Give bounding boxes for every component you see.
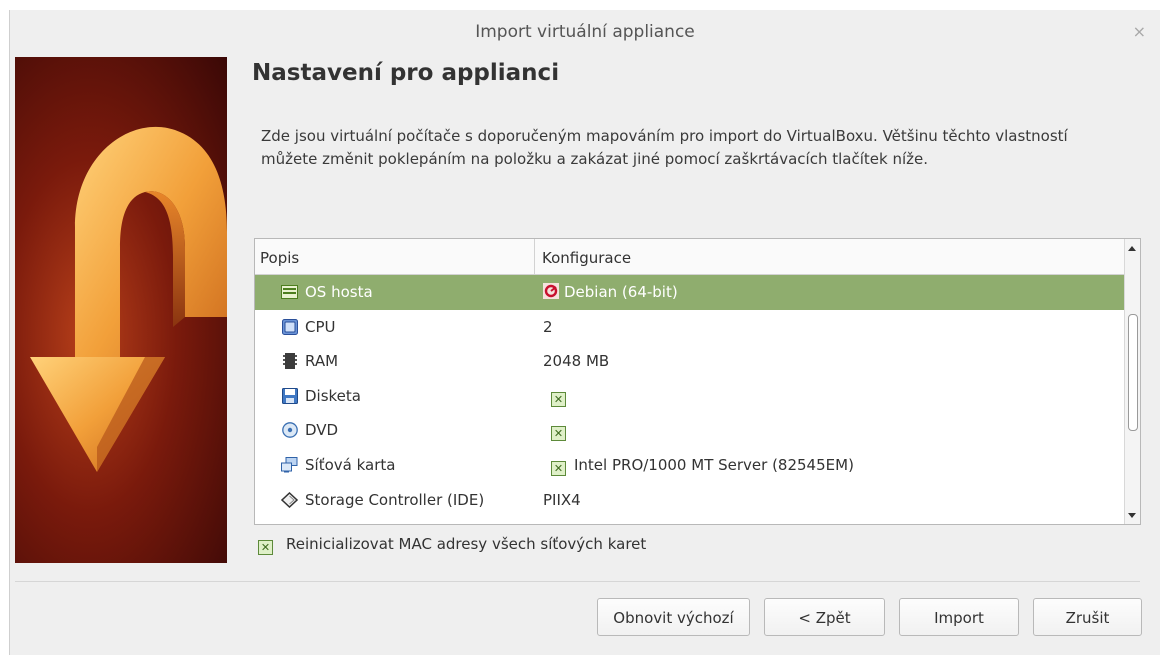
- row-value: 2: [543, 317, 553, 336]
- os-icon: [281, 284, 298, 300]
- network-checkbox[interactable]: ✕: [551, 460, 566, 476]
- import-arrow-icon: [30, 126, 227, 472]
- wizard-banner-image: [15, 57, 227, 563]
- row-label: CPU: [305, 317, 336, 336]
- dvd-icon: [281, 422, 298, 439]
- scroll-up-icon[interactable]: [1128, 246, 1136, 251]
- window-title: Import virtuální appliance: [475, 22, 695, 42]
- network-icon: [281, 456, 298, 473]
- table-row-network[interactable]: Síťová karta ✕ Intel PRO/1000 MT Server (…: [255, 448, 1126, 483]
- restore-defaults-button[interactable]: Obnovit výchozí: [597, 598, 750, 636]
- table-row-storage[interactable]: Storage Controller (IDE) PIIX4: [255, 483, 1126, 518]
- close-icon[interactable]: ×: [1133, 10, 1146, 54]
- row-label: Disketa: [305, 386, 361, 405]
- scroll-down-icon[interactable]: [1128, 513, 1136, 518]
- row-label: OS hosta: [305, 283, 373, 301]
- storage-icon: [281, 491, 298, 508]
- floppy-icon: [281, 387, 298, 404]
- reinit-mac-option[interactable]: ✕ Reinicializovat MAC adresy všech síťový…: [258, 535, 646, 555]
- table-header: Popis Konfigurace: [255, 239, 1126, 275]
- column-header-configuration[interactable]: Konfigurace: [535, 239, 1126, 274]
- table-row-os[interactable]: OS hosta Debian (64-bit): [255, 275, 1126, 310]
- table-scrollbar[interactable]: [1124, 239, 1140, 524]
- row-value: Debian (64-bit): [564, 283, 678, 301]
- column-header-description[interactable]: Popis: [255, 239, 535, 274]
- reinit-mac-checkbox[interactable]: ✕: [258, 540, 273, 555]
- row-value: 2048 MB: [543, 352, 610, 371]
- row-label: RAM: [305, 352, 339, 371]
- button-separator: [15, 581, 1140, 582]
- table-row-cpu[interactable]: CPU 2: [255, 310, 1126, 345]
- row-value: PIIX4: [543, 490, 581, 509]
- page-description: Zde jsou virtuální počítače s doporučený…: [261, 127, 1068, 168]
- row-label: Síťová karta: [305, 455, 396, 474]
- ram-icon: [281, 353, 298, 370]
- reinit-mac-label[interactable]: Reinicializovat MAC adresy všech síťovýc…: [286, 535, 646, 553]
- import-button[interactable]: Import: [899, 598, 1019, 636]
- floppy-checkbox[interactable]: ✕: [551, 391, 566, 407]
- cpu-icon: [281, 318, 298, 335]
- debian-icon: [543, 277, 559, 299]
- table-row-dvd[interactable]: DVD ✕: [255, 413, 1126, 448]
- cancel-button[interactable]: Zrušit: [1033, 598, 1142, 636]
- page-title: Nastavení pro applianci: [252, 60, 560, 86]
- row-label: Storage Controller (IDE): [305, 490, 485, 509]
- back-button[interactable]: < Zpět: [764, 598, 885, 636]
- table-row-floppy[interactable]: Disketa ✕: [255, 379, 1126, 414]
- row-value: Intel PRO/1000 MT Server (82545EM): [574, 455, 854, 474]
- appliance-settings-table[interactable]: Popis Konfigurace OS hosta Debian (64-bi…: [254, 238, 1141, 525]
- row-label: DVD: [305, 421, 339, 440]
- scroll-thumb[interactable]: [1128, 314, 1138, 431]
- dvd-checkbox[interactable]: ✕: [551, 426, 566, 442]
- table-row-ram[interactable]: RAM 2048 MB: [255, 344, 1126, 379]
